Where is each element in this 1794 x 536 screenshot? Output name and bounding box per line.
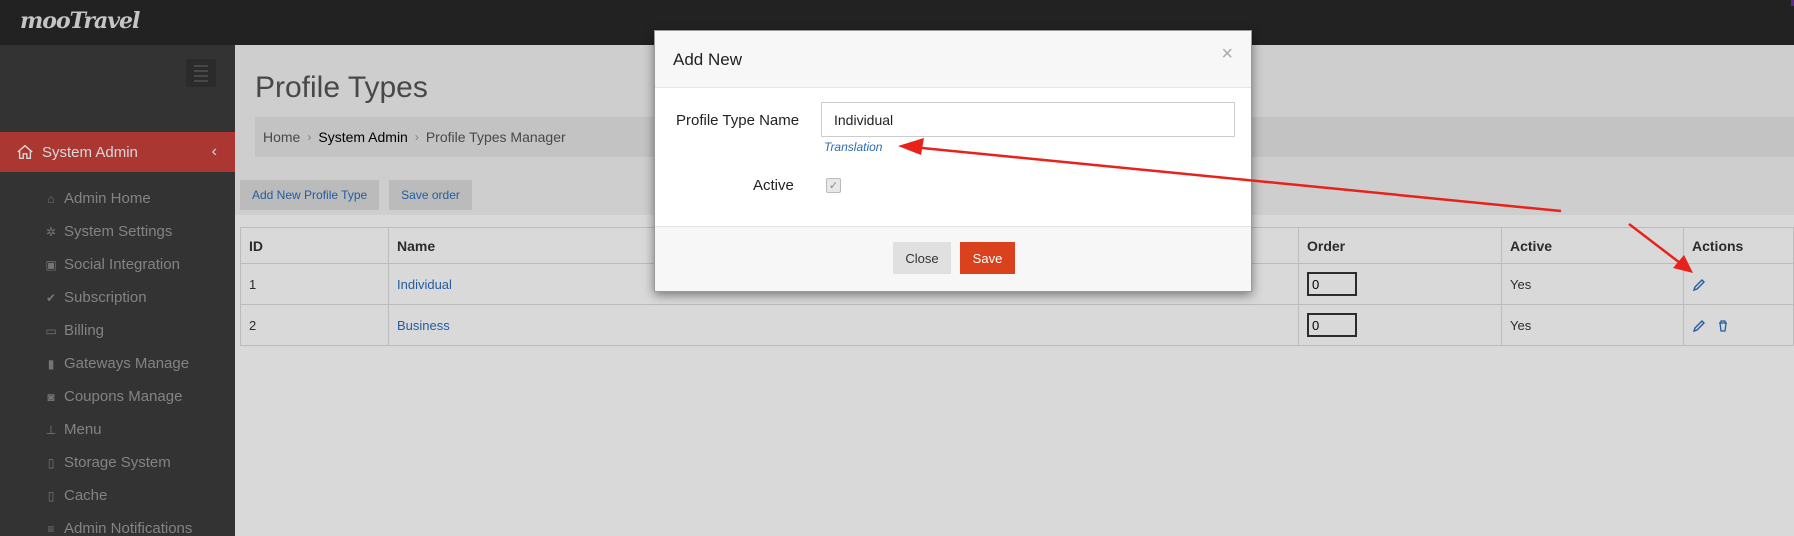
close-button[interactable]: Close [893, 242, 951, 274]
active-checkbox[interactable]: ✓ [826, 178, 841, 193]
close-icon[interactable]: × [1221, 43, 1233, 66]
translation-link[interactable]: Translation [824, 140, 882, 154]
active-label: Active [753, 177, 794, 194]
modal-footer: Close Save [655, 226, 1251, 291]
profile-type-name-label: Profile Type Name [676, 112, 800, 129]
modal-title: Add New [673, 50, 742, 69]
profile-type-name-input[interactable] [821, 102, 1235, 137]
checkmark-icon: ✓ [828, 180, 839, 192]
save-button[interactable]: Save [960, 242, 1015, 274]
modal-header: Add New × [655, 31, 1251, 88]
add-new-modal: Add New × Profile Type Name Translation … [654, 30, 1252, 292]
modal-body: Profile Type Name Translation Active ✓ [655, 88, 1251, 226]
